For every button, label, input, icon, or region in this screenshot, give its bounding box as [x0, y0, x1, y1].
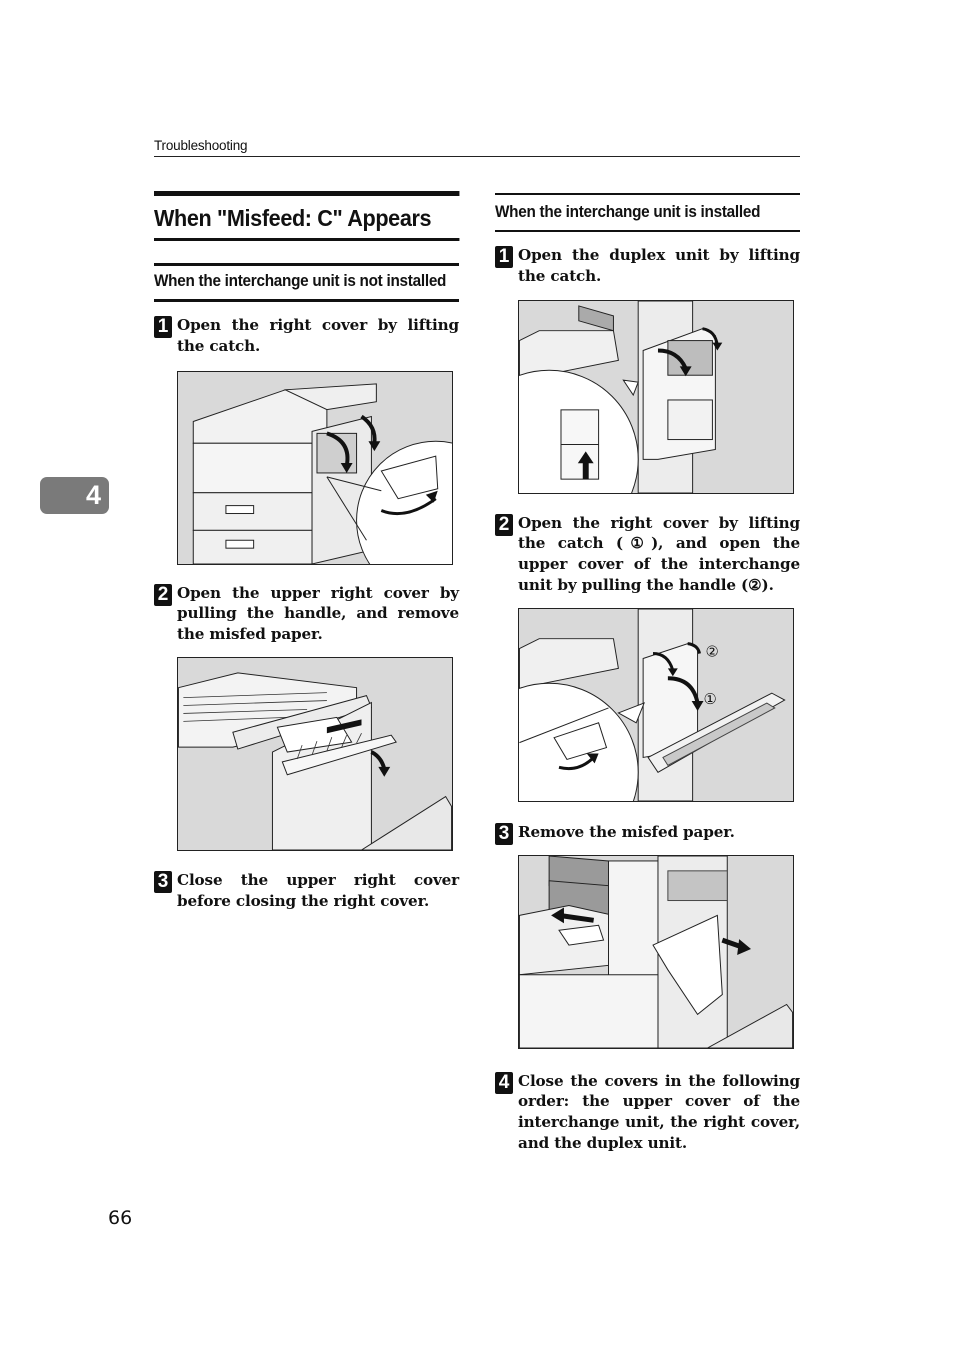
figure-removing-misfed-paper: [518, 854, 794, 1049]
left-column: When "Misfeed: C" Appears When the inter…: [154, 191, 459, 912]
chapter-tab: 4: [40, 477, 109, 514]
step-text: Remove the misfed paper.: [518, 822, 735, 841]
step-4: 4 Close the covers in the following orde…: [495, 1071, 800, 1154]
printer-illustration: [178, 371, 452, 564]
step-text: Close the covers in the following order:…: [518, 1071, 800, 1152]
printer-illustration: [178, 657, 452, 850]
step-3: 3 Remove the misfed paper.: [495, 822, 800, 1049]
step-text: Open the right cover by lifting the catc…: [518, 513, 800, 594]
step-number-badge: 3: [495, 822, 513, 845]
step-1: 1 Open the duplex unit by lifting the ca…: [495, 245, 800, 494]
section-heading-not-installed: When the interchange unit is not install…: [154, 263, 459, 302]
running-head: Troubleshooting: [154, 138, 800, 157]
printer-illustration: ② ①: [519, 608, 793, 801]
step-number-badge: 1: [154, 316, 172, 338]
step-number-badge: 3: [154, 870, 172, 893]
figure-right-cover-opening: [177, 370, 453, 565]
printer-illustration: [519, 300, 793, 493]
callout-2: ②: [705, 643, 718, 660]
step-number-badge: 4: [495, 1071, 513, 1094]
step-text: Close the upper right cover before closi…: [177, 870, 459, 910]
step-3: 3 Close the upper right cover before clo…: [154, 870, 459, 912]
step-number-badge: 1: [495, 246, 513, 268]
callout-1: ①: [704, 691, 717, 708]
printer-illustration: [519, 855, 793, 1048]
section-heading-installed: When the interchange unit is installed: [495, 193, 800, 232]
page-number: 66: [108, 1207, 133, 1229]
step-number-badge: 2: [495, 513, 513, 536]
step-number-badge: 2: [154, 583, 172, 606]
figure-right-cover-and-upper-cover-opening: ② ①: [518, 607, 794, 802]
figure-duplex-unit-opening: [518, 299, 794, 494]
figure-upper-right-cover-open: [177, 656, 453, 851]
step-text: Open the duplex unit by lifting the catc…: [518, 246, 800, 285]
step-2: 2 Open the right cover by lifting the ca…: [495, 513, 800, 802]
step-1: 1 Open the right cover by lifting the ca…: [154, 315, 459, 565]
step-2: 2 Open the upper right cover by pulling …: [154, 583, 459, 851]
right-column: When the interchange unit is installed 1…: [495, 193, 800, 1154]
step-text: Open the right cover by lifting the catc…: [177, 316, 459, 355]
step-text: Open the upper right cover by pulling th…: [177, 583, 459, 644]
page-title: When "Misfeed: C" Appears: [154, 191, 460, 241]
